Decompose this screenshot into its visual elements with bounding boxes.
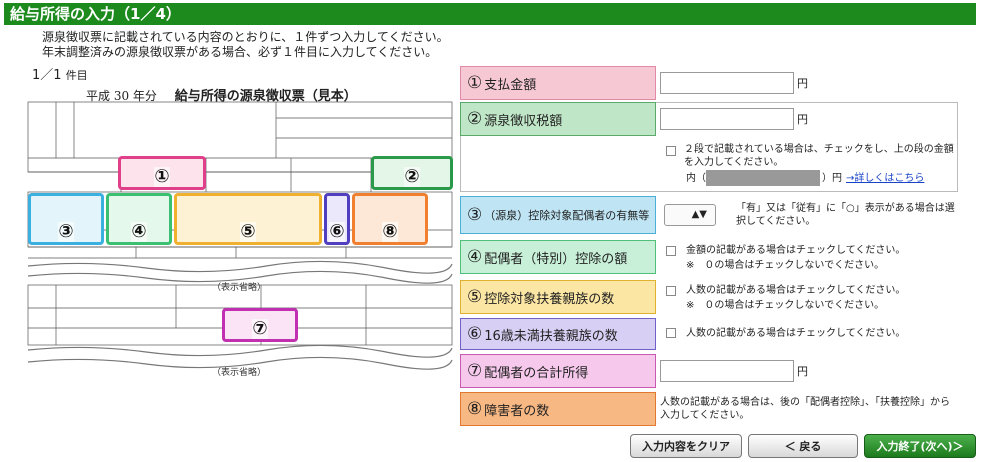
withholding-slip-sample: 平成 30 年分 給与所得の源泉徴収票（見本） ① ② ③ ④ ⑤ ⑥ ⑧ ⑦ … (26, 80, 454, 380)
marker-2: ② (371, 156, 453, 190)
intro-text: 源泉徴収票に記載されている内容のとおりに、１件ずつ入力してください。 年末調整済… (42, 30, 449, 60)
inner-amount-field[interactable] (706, 170, 820, 186)
field-spouse-deduction: ④ 配偶者（特別）控除の額 金額の記載がある場合はチェックしてください。 ※ ０の… (460, 240, 958, 274)
dependents-sub: ※ ０の場合はチェックしないでください。 (686, 300, 885, 311)
back-button[interactable]: ＜ 戻る (748, 434, 858, 458)
inner-prefix: 内（ (686, 173, 706, 184)
next-button[interactable]: 入力終了(次へ)＞ (864, 434, 976, 458)
field-label: ④ 配偶者（特別）控除の額 (460, 240, 656, 274)
inner-suffix: ）円 (822, 173, 842, 184)
field-label: ⑥ 16歳未満扶養親族の数 (460, 318, 656, 350)
field-label: ① 支払金額 (460, 66, 656, 100)
yen-unit: 円 (797, 77, 808, 90)
spouse-status-select[interactable]: ▲▼ (664, 204, 716, 226)
marker-6: ⑥ (324, 193, 350, 245)
marker-7: ⑦ (222, 308, 298, 342)
two-tier-checkbox[interactable] (666, 146, 676, 156)
field-spouse-status: ③ （源泉）控除対象配偶者の有無等 ▲▼ 「有」又は「従有」に「○」表示がある場合… (460, 196, 958, 234)
intro-line-1: 源泉徴収票に記載されている内容のとおりに、１件ずつ入力してください。 (42, 30, 449, 44)
yen-unit: 円 (797, 113, 808, 126)
marker-4: ④ (106, 193, 172, 245)
field-label: ⑤ 控除対象扶養親族の数 (460, 280, 656, 314)
slip-year: 平成 30 年分 (86, 89, 157, 103)
field-label: ③ （源泉）控除対象配偶者の有無等 (460, 196, 656, 234)
spouse-deduction-checkbox[interactable] (666, 246, 676, 256)
details-link[interactable]: →詳しくはこちら (846, 172, 924, 185)
marker-5: ⑤ (174, 193, 322, 245)
slip-heading: 給与所得の源泉徴収票（見本） (174, 89, 357, 104)
withholding-tax-input[interactable] (660, 108, 794, 130)
under16-checkbox[interactable] (666, 328, 676, 338)
field-dependents: ⑤ 控除対象扶養親族の数 人数の記載がある場合はチェックしてください。 ※ ０の場… (460, 280, 958, 314)
intro-line-2: 年末調整済みの源泉徴収票がある場合、必ず１件目に入力してください。 (42, 45, 438, 59)
field-label: ② 源泉徴収税額 (460, 102, 656, 136)
two-tier-note: ２段で記載されている場合は、チェックをし、上の段の金額を入力してください。 (684, 144, 954, 168)
omitted-label-2: （表示省略） (212, 368, 267, 378)
field-withholding-tax: ② 源泉徴収税額 円 ２段で記載されている場合は、チェックをし、上の段の金額を入力… (460, 102, 958, 192)
spouse-status-note: 「有」又は「従有」に「○」表示がある場合は選択してください。 (736, 203, 955, 227)
field-under16-dependents: ⑥ 16歳未満扶養親族の数 人数の記載がある場合はチェックしてください。 (460, 318, 958, 350)
dependents-checkbox[interactable] (666, 286, 676, 296)
page-title: 給与所得の入力（1／4） (4, 3, 976, 25)
slip-title: 平成 30 年分 給与所得の源泉徴収票（見本） (86, 85, 357, 104)
payment-amount-input[interactable] (660, 72, 794, 94)
page-header: 給与所得の入力（1／4） (0, 0, 1000, 28)
clear-button[interactable]: 入力内容をクリア (630, 434, 742, 458)
omitted-label-1: （表示省略） (212, 283, 267, 293)
dependents-note: 人数の記載がある場合はチェックしてください。 (686, 285, 906, 296)
field-spouse-income: ⑦ 配偶者の合計所得 円 (460, 354, 958, 388)
spouse-deduction-sub: ※ ０の場合はチェックしないでください。 (686, 260, 885, 271)
field-label: ⑧ 障害者の数 (460, 392, 656, 426)
spouse-deduction-note: 金額の記載がある場合はチェックしてください。 (686, 245, 906, 256)
under16-note: 人数の記載がある場合はチェックしてください。 (686, 328, 906, 339)
disabled-note: 人数の記載がある場合は、後の「配偶者控除」、「扶養控除」から入力してください。 (660, 397, 950, 421)
spouse-income-input[interactable] (660, 360, 794, 382)
marker-8: ⑧ (352, 193, 428, 245)
field-payment-amount: ① 支払金額 円 (460, 66, 958, 100)
marker-1: ① (118, 156, 206, 190)
chevron-updown-icon: ▲▼ (691, 209, 707, 220)
marker-3: ③ (28, 193, 104, 245)
field-label: ⑦ 配偶者の合計所得 (460, 354, 656, 388)
field-disabled-count: ⑧ 障害者の数 人数の記載がある場合は、後の「配偶者控除」、「扶養控除」から入力し… (460, 392, 958, 426)
yen-unit: 円 (797, 365, 808, 378)
